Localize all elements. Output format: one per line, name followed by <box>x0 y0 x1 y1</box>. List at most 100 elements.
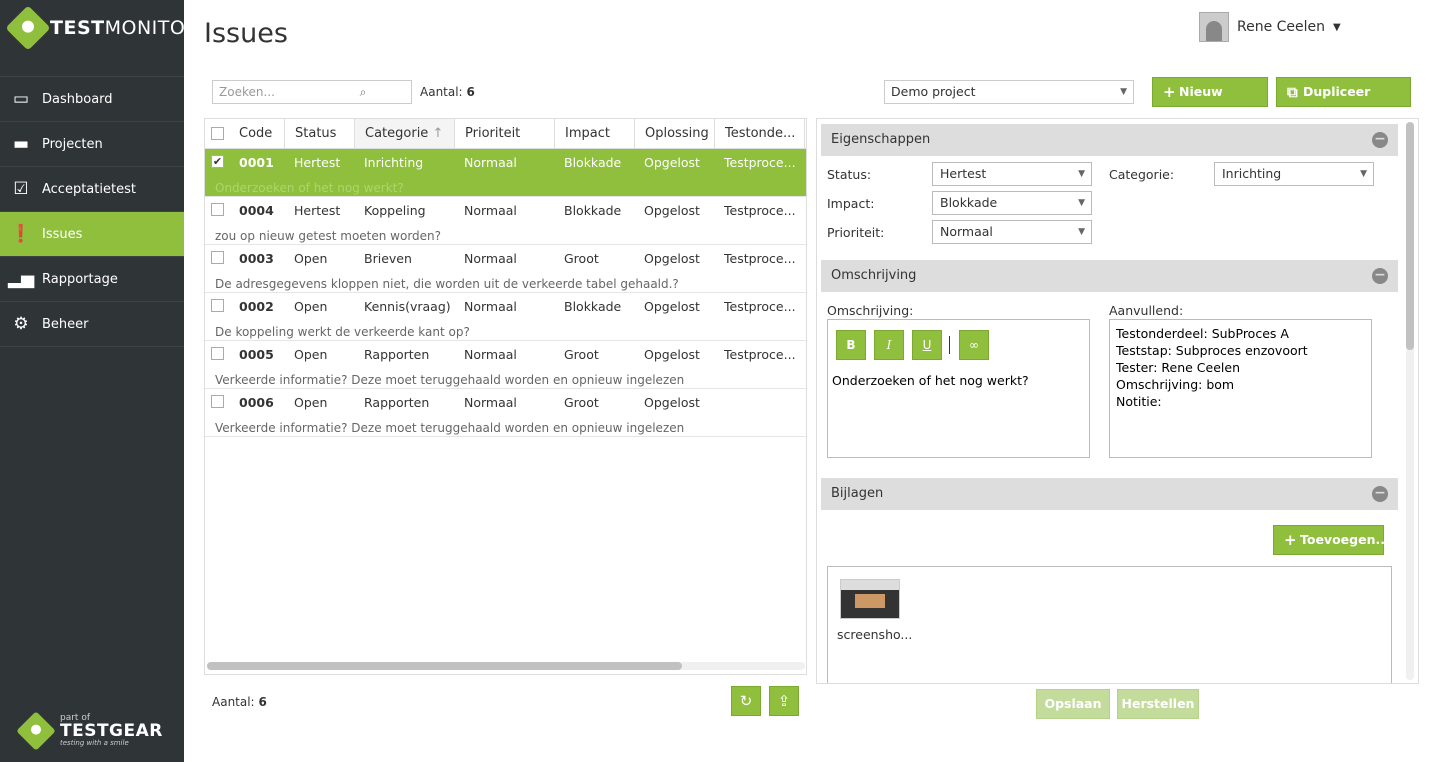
table-row[interactable]: 0003 Open Brieven Normaal Groot Opgelost… <box>205 245 806 293</box>
issue-count: Aantal: 6 <box>420 85 475 99</box>
count-label: Aantal: <box>420 85 463 99</box>
status-value: Hertest <box>940 166 987 181</box>
status-label: Status: <box>827 167 872 182</box>
user-menu[interactable]: Rene Ceelen ▼ <box>1199 12 1341 42</box>
new-issue-button[interactable]: + Nieuw issue... <box>1152 77 1268 127</box>
col-priority[interactable]: Prioriteit <box>455 119 555 148</box>
project-select[interactable]: Demo project ▼ <box>884 80 1134 104</box>
nav-item-acceptatietest[interactable]: ☑ Acceptatietest <box>0 167 184 212</box>
search-input[interactable]: Zoeken... ⌕ <box>212 80 412 104</box>
scrollbar-thumb[interactable] <box>1406 122 1414 350</box>
category-select[interactable]: Inrichting ▼ <box>1214 162 1374 186</box>
section-bijlagen[interactable]: Bijlagen − <box>821 478 1398 510</box>
bar-chart-icon: ▂▅ <box>7 269 35 289</box>
table-row[interactable]: 0002 Open Kennis(vraag) Normaal Blokkade… <box>205 293 806 341</box>
vertical-scrollbar[interactable] <box>1406 122 1414 680</box>
cell-priority: Normaal <box>464 251 517 266</box>
cell-status: Open <box>294 251 328 266</box>
collapse-icon[interactable]: − <box>1372 132 1388 148</box>
logo-mark-icon <box>5 5 51 51</box>
row-checkbox[interactable] <box>211 395 224 408</box>
duplicate-issue-button[interactable]: ⧉ Dupliceer issue... <box>1276 77 1411 127</box>
nav-label: Rapportage <box>42 271 118 287</box>
italic-button[interactable]: I <box>874 330 904 360</box>
attachment-filename[interactable]: screensho... <box>837 627 912 642</box>
logo-text-bold: TEST <box>50 17 105 39</box>
nav-item-rapportage[interactable]: ▂▅ Rapportage <box>0 257 184 302</box>
section-eigenschappen[interactable]: Eigenschappen − <box>821 124 1398 156</box>
cell-priority: Normaal <box>464 155 517 170</box>
scrollbar-thumb[interactable] <box>207 662 682 670</box>
refresh-icon: ↻ <box>739 692 753 710</box>
section-title: Bijlagen <box>831 486 884 501</box>
table-row[interactable]: 0006 Open Rapporten Normaal Groot Opgelo… <box>205 389 806 437</box>
attachment-thumbnail[interactable] <box>840 579 900 619</box>
chevron-down-icon: ▼ <box>1360 169 1367 179</box>
underline-button[interactable]: U <box>912 330 942 360</box>
refresh-button[interactable]: ↻ <box>731 686 761 716</box>
bold-button[interactable]: B <box>836 330 866 360</box>
priority-label: Prioriteit: <box>827 225 885 240</box>
status-select[interactable]: Hertest ▼ <box>932 162 1092 186</box>
issues-grid: Code Status Categorie ↑ Prioriteit Impac… <box>204 118 807 675</box>
collapse-icon[interactable]: − <box>1372 268 1388 284</box>
horizontal-scrollbar[interactable] <box>207 662 805 670</box>
add-attachment-button[interactable]: + Toevoegen... <box>1273 525 1390 555</box>
row-checkbox[interactable] <box>211 347 224 360</box>
row-description: De koppeling werkt de verkeerde kant op? <box>215 325 470 339</box>
nav-item-projecten[interactable]: ▬ Projecten <box>0 122 184 167</box>
col-test[interactable]: Testonde... <box>715 119 805 148</box>
cell-solution: Opgelost <box>644 395 700 410</box>
row-checkbox[interactable] <box>211 299 224 312</box>
reset-button[interactable]: Herstellen <box>1117 689 1199 719</box>
cell-status: Open <box>294 395 328 410</box>
export-button[interactable]: ⇪ <box>769 686 799 716</box>
table-row[interactable]: 0005 Open Rapporten Normaal Groot Opgelo… <box>205 341 806 389</box>
row-checkbox[interactable] <box>211 203 224 216</box>
row-checkbox[interactable]: ✔ <box>211 155 224 168</box>
section-omschrijving[interactable]: Omschrijving − <box>821 260 1398 292</box>
section-title: Omschrijving <box>831 268 917 283</box>
aanvullend-textarea[interactable]: Testonderdeel: SubProces A Teststap: Sub… <box>1109 319 1372 458</box>
col-category-label: Categorie <box>365 126 429 141</box>
monitor-icon: ▭ <box>12 89 30 109</box>
col-status[interactable]: Status <box>285 119 355 148</box>
nav-item-beheer[interactable]: ⚙ Beheer <box>0 302 184 347</box>
category-value: Inrichting <box>1222 166 1282 181</box>
nav-item-issues[interactable]: ❗ Issues <box>0 212 184 257</box>
page-title: Issues <box>204 18 288 49</box>
chevron-down-icon: ▼ <box>1078 227 1085 237</box>
cell-priority: Normaal <box>464 203 517 218</box>
caret-down-icon: ▼ <box>1333 21 1341 33</box>
col-code[interactable]: Code <box>229 119 285 148</box>
col-solution[interactable]: Oplossing <box>635 119 715 148</box>
search-icon[interactable]: ⌕ <box>315 85 411 100</box>
testgear-logo[interactable]: part of TESTGEAR testing with a smile <box>16 710 163 751</box>
chevron-down-icon: ▼ <box>1078 198 1085 208</box>
row-checkbox[interactable] <box>211 251 224 264</box>
cell-solution: Opgelost <box>644 347 700 362</box>
select-all-checkbox[interactable] <box>211 127 224 140</box>
cell-code: 0005 <box>239 347 274 362</box>
cell-priority: Normaal <box>464 299 517 314</box>
cell-category: Rapporten <box>364 395 430 410</box>
sidebar: TESTMONITOR ▭ Dashboard ▬ Projecten ☑ Accep… <box>0 0 199 762</box>
col-category[interactable]: Categorie ↑ <box>355 119 455 148</box>
description-editor[interactable]: B I U ∞ Onderzoeken of het nog werkt? <box>827 319 1090 458</box>
aanvullend-line: Tester: Rene Ceelen <box>1116 360 1241 375</box>
impact-select[interactable]: Blokkade ▼ <box>932 191 1092 215</box>
count-value: 6 <box>258 695 267 709</box>
table-row[interactable]: ✔ 0001 Hertest Inrichting Normaal Blokka… <box>205 149 806 197</box>
testmonitor-logo[interactable]: TESTMONITOR <box>5 5 199 51</box>
table-row[interactable]: 0004 Hertest Koppeling Normaal Blokkade … <box>205 197 806 245</box>
priority-select[interactable]: Normaal ▼ <box>932 220 1092 244</box>
count-label: Aantal: <box>212 695 255 709</box>
col-impact[interactable]: Impact <box>555 119 635 148</box>
cell-category: Koppeling <box>364 203 426 218</box>
nav-label: Issues <box>42 226 83 242</box>
add-label: Toevoegen... <box>1300 532 1390 547</box>
save-button[interactable]: Opslaan <box>1036 689 1110 719</box>
nav-item-dashboard[interactable]: ▭ Dashboard <box>0 77 184 122</box>
collapse-icon[interactable]: − <box>1372 486 1388 502</box>
link-button[interactable]: ∞ <box>959 330 989 360</box>
